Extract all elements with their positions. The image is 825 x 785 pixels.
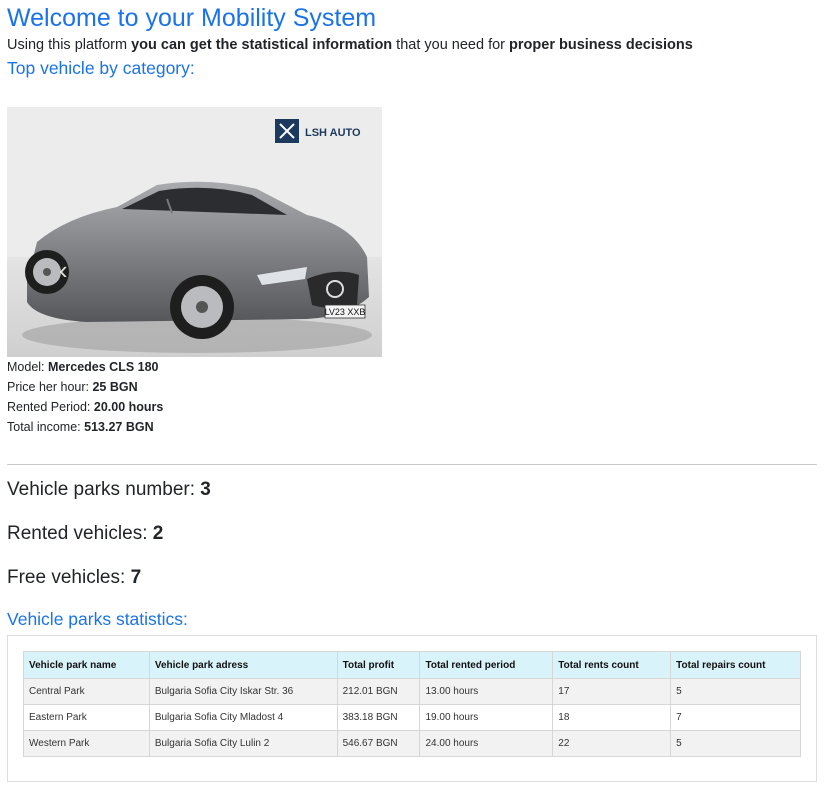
carousel-prev-icon[interactable]: ‹: [59, 257, 68, 283]
cell-repairs: 5: [670, 678, 801, 705]
intro-prefix: Using this platform: [7, 37, 132, 53]
rented-count-value: 2: [152, 523, 164, 544]
vehicle-info: Model: Mercedes CLS 180 Price her hour: …: [7, 357, 818, 437]
parks-count-value: 3: [200, 479, 211, 500]
cell-repairs: 7: [670, 704, 801, 731]
col-header-repairs: Total repairs count: [670, 651, 801, 679]
parks-table: Vehicle park name Vehicle park adress To…: [23, 651, 801, 757]
cell-park-address: Bulgaria Sofia City Mladost 4: [148, 704, 338, 731]
parks-count: Vehicle parks number: 3: [7, 477, 818, 503]
period-row: Rented Period: 20.00 hours: [7, 397, 818, 417]
cell-rents: 17: [552, 678, 672, 705]
intro-bold-1: you can get the statistical information: [131, 37, 393, 53]
cell-park-address: Bulgaria Sofia City Lulin 2: [148, 730, 338, 757]
cell-park-name: Central Park: [23, 678, 150, 705]
col-header-period: Total rented period: [419, 651, 554, 679]
car-photo-icon: LV23 XXB LSH AUTO: [7, 107, 382, 357]
dealer-logo-text: LSH AUTO: [305, 127, 361, 139]
price-value: 25 BGN: [92, 380, 138, 394]
free-count: Free vehicles: 7: [7, 565, 818, 591]
table-row: Central Park Bulgaria Sofia City Iskar S…: [23, 678, 801, 705]
cell-profit: 546.67 BGN: [336, 730, 421, 757]
vehicle-carousel[interactable]: LV23 XXB LSH AUTO ‹: [7, 107, 382, 357]
intro-text: Using this platform you can get the stat…: [7, 34, 818, 56]
price-label: Price her hour:: [7, 380, 89, 394]
period-value: 20.00 hours: [93, 400, 164, 414]
divider: [7, 464, 817, 465]
cell-park-address: Bulgaria Sofia City Iskar Str. 36: [148, 678, 338, 705]
intro-mid: that you need for: [392, 37, 510, 53]
parks-count-label: Vehicle parks number:: [7, 479, 195, 500]
col-header-rents: Total rents count: [552, 651, 672, 679]
cell-period: 13.00 hours: [419, 678, 554, 705]
table-row: Eastern Park Bulgaria Sofia City Mladost…: [23, 704, 801, 731]
page: Welcome to your Mobility System Using th…: [0, 0, 825, 782]
cell-profit: 212.01 BGN: [336, 678, 421, 705]
license-plate: LV23 XXB: [325, 307, 366, 317]
parks-stats-heading: Vehicle parks statistics:: [7, 609, 188, 629]
model-value: Mercedes CLS 180: [48, 360, 159, 374]
page-title: Welcome to your Mobility System: [7, 4, 377, 32]
parks-table-card: Vehicle park name Vehicle park adress To…: [7, 635, 817, 782]
cell-rents: 18: [552, 704, 672, 731]
income-value: 513.27 BGN: [84, 420, 154, 434]
cell-rents: 22: [552, 730, 672, 757]
period-label: Rented Period:: [7, 400, 91, 414]
income-label: Total income:: [7, 420, 81, 434]
table-row: Western Park Bulgaria Sofia City Lulin 2…: [23, 730, 801, 757]
free-count-label: Free vehicles:: [7, 567, 126, 588]
income-row: Total income: 513.27 BGN: [7, 417, 818, 437]
table-header-row: Vehicle park name Vehicle park adress To…: [23, 651, 801, 679]
model-row: Model: Mercedes CLS 180: [7, 357, 818, 377]
rented-count: Rented vehicles: 2: [7, 521, 818, 547]
cell-park-name: Western Park: [23, 730, 150, 757]
col-header-address: Vehicle park adress: [148, 651, 338, 679]
intro-bold-2: proper business decisions: [509, 37, 693, 53]
cell-repairs: 5: [670, 730, 801, 757]
cell-profit: 383.18 BGN: [336, 704, 421, 731]
col-header-profit: Total profit: [336, 651, 421, 679]
cell-period: 19.00 hours: [419, 704, 554, 731]
price-row: Price her hour: 25 BGN: [7, 377, 818, 397]
free-count-value: 7: [130, 567, 142, 588]
rented-count-label: Rented vehicles:: [7, 523, 148, 544]
top-vehicle-heading: Top vehicle by category:: [7, 58, 195, 78]
model-label: Model:: [7, 360, 45, 374]
cell-park-name: Eastern Park: [23, 704, 150, 731]
col-header-name: Vehicle park name: [23, 651, 150, 679]
cell-period: 24.00 hours: [419, 730, 554, 757]
